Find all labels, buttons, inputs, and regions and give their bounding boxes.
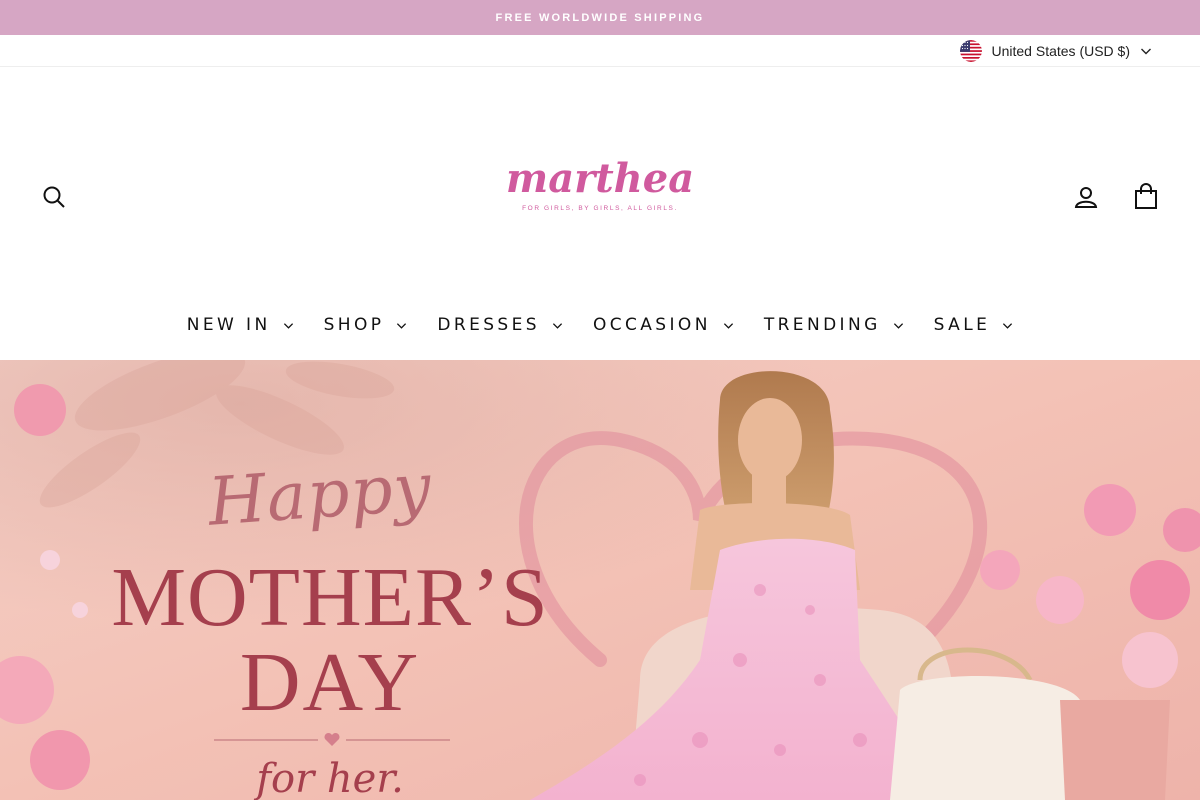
currency-selector[interactable]: United States (USD $) xyxy=(959,40,1153,62)
announcement-bar: FREE WORLDWIDE SHIPPING xyxy=(0,0,1200,35)
hero-subline: for her. xyxy=(256,756,404,800)
nav-item-new-in[interactable]: NEW IN xyxy=(172,315,309,335)
user-icon xyxy=(1074,187,1098,208)
currency-label: United States (USD $) xyxy=(991,43,1131,59)
site-logo[interactable]: marthea FOR GIRLS, BY GIRLS, ALL GIRLS. xyxy=(505,155,695,225)
nav-item-sale[interactable]: SALE xyxy=(919,315,1029,335)
main-navigation: NEW IN SHOP DRESSES OCCASION TRENDING SA… xyxy=(0,307,1200,343)
nav-item-occasion[interactable]: OCCASION xyxy=(578,315,749,335)
chevron-down-icon xyxy=(893,322,903,329)
nav-item-label: OCCASION xyxy=(592,315,711,335)
account-button[interactable] xyxy=(1071,182,1101,212)
nav-item-label: TRENDING xyxy=(763,315,881,335)
chevron-down-icon xyxy=(723,322,733,329)
logo-wordmark: marthea xyxy=(505,155,695,202)
shopping-bag-icon xyxy=(1135,183,1157,209)
hero-headline-line1: MOTHER’S xyxy=(111,551,549,644)
announcement-text: FREE WORLDWIDE SHIPPING xyxy=(495,11,705,24)
cart-button[interactable] xyxy=(1131,181,1161,211)
nav-item-trending[interactable]: TRENDING xyxy=(749,315,919,335)
us-flag-icon xyxy=(959,40,982,62)
hero-headline-line2: DAY xyxy=(239,636,421,729)
site-header: marthea FOR GIRLS, BY GIRLS, ALL GIRLS. … xyxy=(0,67,1200,360)
search-button[interactable] xyxy=(39,182,69,212)
nav-item-dresses[interactable]: DRESSES xyxy=(422,315,578,335)
heart-divider xyxy=(214,732,450,746)
nav-item-label: SALE xyxy=(933,315,991,335)
chevron-down-icon xyxy=(1141,48,1151,55)
search-icon xyxy=(43,186,65,208)
chevron-down-icon xyxy=(283,322,293,329)
chevron-down-icon xyxy=(552,322,563,329)
utility-bar: United States (USD $) xyxy=(0,35,1200,67)
hero-script-word: Happy xyxy=(205,448,435,541)
hero-banner[interactable]: Happy MOTHER’S DAY for her. xyxy=(0,360,1200,800)
nav-item-label: NEW IN xyxy=(186,315,271,335)
nav-item-shop[interactable]: SHOP xyxy=(309,315,423,335)
hero-text-overlay: Happy MOTHER’S DAY for her. xyxy=(0,360,1200,800)
chevron-down-icon xyxy=(397,322,407,329)
nav-item-label: SHOP xyxy=(323,315,385,335)
logo-tagline: FOR GIRLS, BY GIRLS, ALL GIRLS. xyxy=(522,205,678,212)
chevron-down-icon xyxy=(1003,322,1013,329)
nav-item-label: DRESSES xyxy=(437,315,540,335)
